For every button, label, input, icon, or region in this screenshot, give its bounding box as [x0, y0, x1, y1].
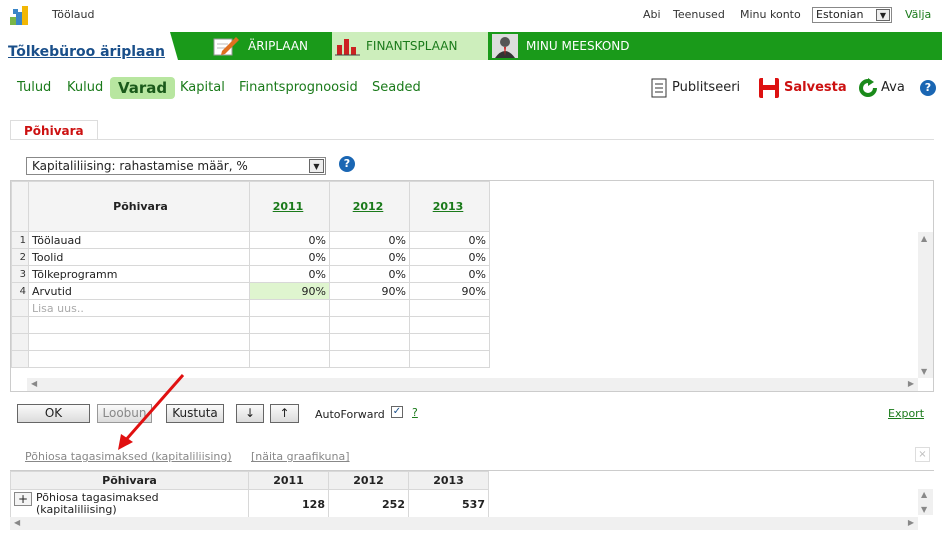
subnav-revenue[interactable]: Tulud [17, 80, 51, 95]
open-button[interactable]: Ava [881, 80, 905, 95]
move-down-button[interactable]: ↓ [236, 404, 264, 423]
column-header: Põhivara [10, 471, 249, 490]
services-link[interactable]: Teenused [673, 8, 725, 21]
table-row[interactable]: 2 Toolid 0% 0% 0% [11, 248, 490, 266]
move-up-button[interactable]: ↑ [270, 404, 299, 423]
year-header-2012: 2012 [328, 471, 409, 490]
help-link[interactable]: Abi [643, 8, 661, 21]
module-tab-bar: ÄRIPLAAN FINANTSPLAAN MINU MEESKOND [170, 32, 942, 60]
row-name[interactable]: Tõlkeprogramm [28, 265, 250, 283]
cell[interactable]: 0% [329, 248, 410, 266]
row-name: Põhiosa tagasimaksed (kapitaliliising) [36, 491, 159, 516]
ok-button[interactable]: OK [17, 404, 90, 423]
year-header-2011[interactable]: 2011 [273, 200, 304, 213]
chevron-down-icon: ▼ [309, 159, 324, 173]
red-arrow-icon [118, 374, 185, 450]
pencil-doc-icon [212, 35, 240, 67]
logout-link[interactable]: Välja [905, 8, 931, 21]
subnav-capital[interactable]: Kapital [180, 80, 225, 95]
divider [10, 139, 934, 140]
table-row[interactable]: 4 Arvutid 90% 90% 90% [11, 282, 490, 300]
principal-repayments-link[interactable]: Põhiosa tagasimaksed (kapitaliliising) [25, 450, 232, 463]
cell[interactable]: 0% [409, 248, 490, 266]
tab-business-plan[interactable]: ÄRIPLAAN [210, 32, 332, 60]
cell-selected[interactable]: 90% [249, 282, 330, 300]
cell[interactable]: 0% [249, 231, 330, 249]
show-graph-link[interactable]: [näita graafikuna] [251, 450, 350, 463]
add-new-row-input[interactable]: Lisa uus.. [28, 299, 250, 317]
help-icon[interactable]: ? [920, 80, 936, 96]
document-icon[interactable] [651, 78, 669, 101]
subnav-settings[interactable]: Seaded [372, 80, 421, 95]
metric-select-value: Kapitaliliising: rahastamise määr, % [32, 159, 248, 173]
metric-select[interactable]: Kapitaliliising: rahastamise määr, % ▼ [26, 157, 326, 175]
row-name[interactable]: Arvutid [28, 282, 250, 300]
year-header-2013: 2013 [408, 471, 489, 490]
chevron-down-icon: ▼ [876, 9, 890, 21]
expand-button[interactable]: + [14, 492, 32, 506]
app-logo[interactable] [8, 3, 30, 27]
cell[interactable]: 0% [409, 265, 490, 283]
row-name[interactable]: Töölauad [28, 231, 250, 249]
save-icon[interactable] [758, 77, 780, 102]
language-select[interactable]: Estonian ▼ [812, 7, 892, 23]
year-header-2013[interactable]: 2013 [433, 200, 464, 213]
save-button[interactable]: Salvesta [784, 80, 847, 95]
export-link[interactable]: Export [888, 407, 924, 420]
autoforward-help-link[interactable]: ? [412, 406, 418, 419]
language-value: Estonian [816, 8, 864, 21]
plan-title[interactable]: Tõlkebüroo äriplaan [8, 44, 165, 60]
autoforward-label: AutoForward [315, 408, 385, 421]
add-row[interactable]: Lisa uus.. [11, 299, 490, 317]
vertical-scrollbar[interactable]: ▲ ▼ [918, 232, 933, 378]
tab-financial-plan[interactable]: FINANTSPLAAN [332, 32, 488, 60]
column-header: Põhivara [28, 181, 250, 232]
table-row[interactable]: 1 Töölauad 0% 0% 0% [11, 231, 490, 249]
cell: 252 [328, 489, 409, 519]
cell: 128 [248, 489, 329, 519]
cell[interactable]: 0% [249, 248, 330, 266]
cell[interactable]: 0% [329, 231, 410, 249]
close-icon[interactable]: × [915, 447, 930, 462]
my-account-link[interactable]: Minu konto [740, 8, 801, 21]
vertical-scrollbar[interactable]: ▲ ▼ [918, 489, 933, 515]
cell[interactable]: 90% [409, 282, 490, 300]
open-icon[interactable] [857, 78, 879, 101]
autoforward-checkbox[interactable]: ✓ [391, 406, 403, 418]
row-name[interactable]: Toolid [28, 248, 250, 266]
year-header-2012[interactable]: 2012 [353, 200, 384, 213]
publish-button[interactable]: Publitseeri [672, 80, 740, 95]
table-row[interactable]: + Põhiosa tagasimaksed (kapitaliliising) … [10, 489, 489, 519]
subnav-forecasts[interactable]: Finantsprognoosid [239, 80, 358, 95]
table-row[interactable]: 3 Tõlkeprogramm 0% 0% 0% [11, 265, 490, 283]
cell[interactable]: 0% [329, 265, 410, 283]
year-header-2011: 2011 [248, 471, 329, 490]
tab-my-team[interactable]: MINU MEESKOND [488, 32, 688, 60]
assets-grid: Põhivara 2011 2012 2013 1 Töölauad 0% 0%… [10, 180, 934, 392]
tab-fixed-assets[interactable]: Põhivara [10, 120, 98, 140]
cell[interactable]: 90% [329, 282, 410, 300]
dashboard-link[interactable]: Töölaud [52, 8, 95, 21]
horizontal-scrollbar[interactable]: ◀ ▶ [10, 517, 918, 530]
subnav-assets[interactable]: Varad [110, 77, 176, 99]
subnav-costs[interactable]: Kulud [67, 80, 103, 95]
cell[interactable]: 0% [409, 231, 490, 249]
bar-chart-icon [334, 35, 362, 67]
cell: 537 [408, 489, 489, 519]
help-icon[interactable]: ? [339, 156, 355, 172]
cell[interactable]: 0% [249, 265, 330, 283]
person-icon [492, 34, 518, 68]
